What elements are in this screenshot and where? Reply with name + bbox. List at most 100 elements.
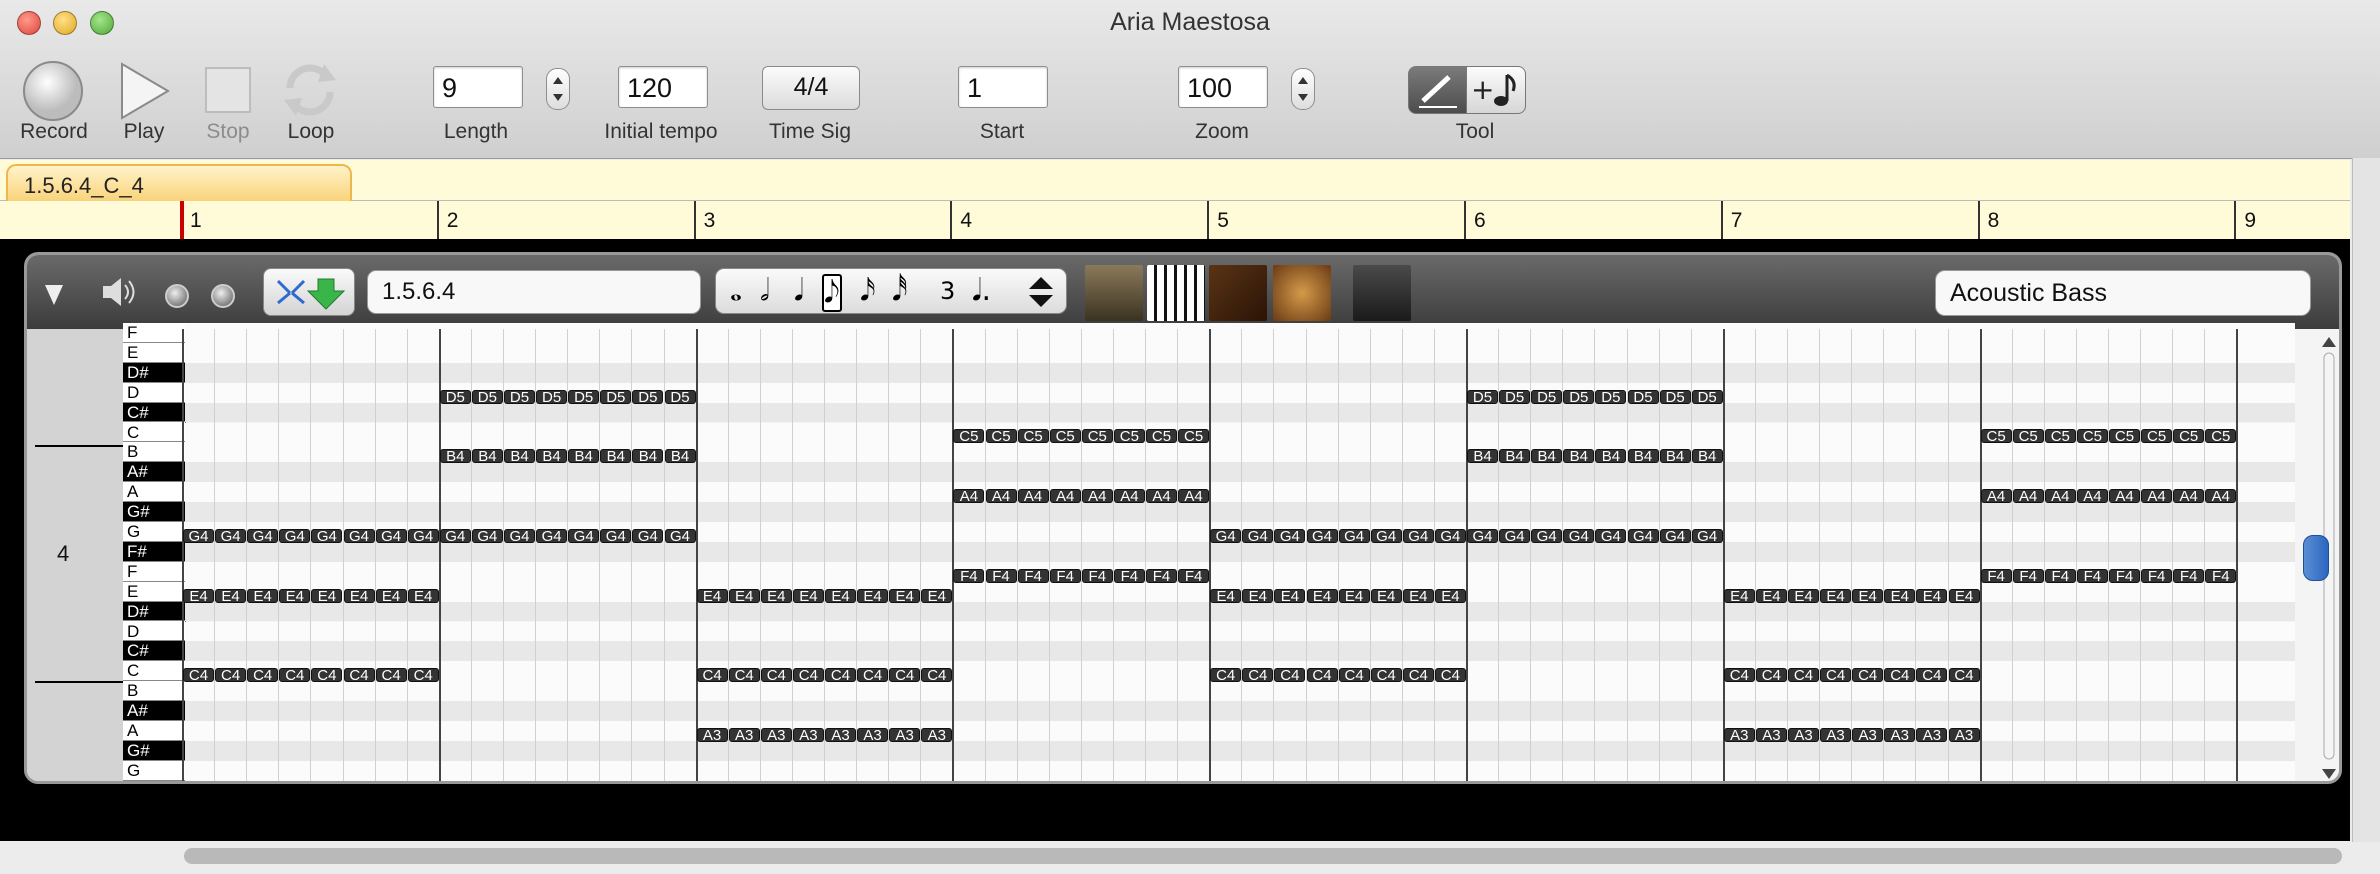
note-block[interactable]: A4 (2012, 489, 2044, 504)
note-block[interactable]: F4 (2109, 568, 2140, 584)
piano-key[interactable]: C# (123, 402, 185, 423)
time-signature-button[interactable]: 4/4 (762, 66, 860, 110)
eighth-note-icon[interactable]: 𝅘𝅥𝅮 (822, 274, 842, 312)
piano-keyboard[interactable]: F E D# D C# C B A# A G# G F# F E D# D C# C B A# A G# G (123, 323, 186, 781)
note-block[interactable]: C5 (985, 429, 1017, 444)
note-block[interactable]: C5 (1049, 429, 1081, 444)
note-block[interactable]: G4 (375, 528, 407, 544)
note-block[interactable]: C4 (1820, 668, 1852, 683)
note-block[interactable]: C5 (2173, 429, 2205, 444)
note-block[interactable]: A3 (857, 727, 889, 743)
note-block[interactable]: E4 (696, 588, 728, 604)
note-block[interactable]: E4 (343, 588, 375, 604)
note-block[interactable]: A4 (985, 489, 1017, 504)
note-block[interactable]: D5 (568, 389, 600, 405)
note-block[interactable]: F4 (2205, 568, 2237, 584)
ruler-measure-9[interactable]: 9 (2234, 201, 2256, 239)
note-block[interactable]: E4 (1916, 588, 1948, 604)
note-block[interactable]: C4 (1306, 668, 1338, 683)
note-block[interactable]: D5 (1595, 389, 1627, 405)
note-block[interactable]: F4 (2076, 568, 2108, 584)
note-block[interactable]: D5 (1467, 389, 1498, 405)
note-block[interactable]: D5 (536, 389, 568, 405)
note-block[interactable]: C4 (1723, 668, 1755, 683)
collapse-triangle-icon[interactable] (43, 281, 65, 307)
add-note-tool-button[interactable]: + (1466, 66, 1526, 114)
ruler-measure-5[interactable]: 5 (1207, 201, 1229, 239)
note-block[interactable]: E4 (1306, 588, 1338, 604)
note-block[interactable]: G4 (1531, 528, 1563, 544)
note-block[interactable]: D5 (471, 389, 503, 405)
play-button[interactable] (116, 60, 172, 122)
note-block[interactable]: E4 (279, 588, 311, 604)
duration-stepper-icon[interactable] (1026, 275, 1056, 309)
note-block[interactable]: A4 (2173, 489, 2205, 504)
note-block[interactable]: A4 (2205, 489, 2237, 504)
pan-knob[interactable] (211, 284, 235, 308)
piano-key[interactable]: G# (123, 740, 185, 761)
note-block[interactable]: E4 (1948, 588, 1980, 604)
note-block[interactable]: E4 (247, 588, 279, 604)
note-block[interactable]: F4 (2044, 568, 2076, 584)
dock-track-button[interactable] (263, 268, 355, 316)
note-block[interactable]: B4 (600, 449, 632, 464)
note-block[interactable]: D5 (1627, 389, 1659, 405)
note-block[interactable]: E4 (792, 588, 824, 604)
note-block[interactable]: A3 (1916, 727, 1948, 743)
note-block[interactable]: A4 (1017, 489, 1049, 504)
note-block[interactable]: C4 (1916, 668, 1948, 683)
note-block[interactable]: C4 (1210, 668, 1242, 683)
note-block[interactable]: D5 (1531, 389, 1563, 405)
controller-editor-icon[interactable] (1353, 265, 1411, 321)
piano-key[interactable]: A# (123, 701, 185, 721)
note-block[interactable]: F4 (1146, 568, 1177, 584)
note-block[interactable]: F4 (2012, 568, 2044, 584)
note-block[interactable]: G4 (343, 528, 375, 544)
pencil-tool-button[interactable] (1408, 66, 1468, 114)
note-block[interactable]: B4 (664, 449, 696, 464)
note-block[interactable]: F4 (1049, 568, 1081, 584)
note-block[interactable]: G4 (1659, 528, 1691, 544)
note-block[interactable]: A4 (1081, 489, 1113, 504)
note-block[interactable]: C5 (953, 429, 985, 444)
note-block[interactable]: E4 (1788, 588, 1819, 604)
piano-key[interactable]: C (123, 661, 185, 682)
note-block[interactable]: C5 (2076, 429, 2108, 444)
note-block[interactable]: G4 (183, 528, 214, 544)
piano-key[interactable]: B (123, 681, 185, 702)
note-block[interactable]: G4 (504, 528, 535, 544)
note-block[interactable]: B4 (1627, 449, 1659, 464)
note-block[interactable]: E4 (825, 588, 856, 604)
playhead-marker[interactable] (180, 201, 184, 239)
track-name-field[interactable]: 1.5.6.4 (367, 270, 701, 314)
note-block[interactable]: C5 (1146, 429, 1177, 444)
note-block[interactable]: G4 (1210, 528, 1242, 544)
note-block[interactable]: C4 (311, 668, 343, 683)
note-block[interactable]: E4 (1370, 588, 1402, 604)
ruler-measure-6[interactable]: 6 (1464, 201, 1486, 239)
start-input[interactable]: 1 (958, 66, 1048, 108)
stop-button[interactable] (204, 66, 252, 114)
note-block[interactable]: G4 (215, 528, 247, 544)
note-block[interactable]: A3 (921, 727, 953, 743)
note-block[interactable]: C4 (760, 668, 792, 683)
note-block[interactable]: A3 (1884, 727, 1916, 743)
note-block[interactable]: D5 (632, 389, 664, 405)
note-block[interactable]: G4 (1338, 528, 1370, 544)
sequence-tab[interactable]: 1.5.6.4_C_4 (6, 164, 352, 202)
note-block[interactable]: C4 (1402, 668, 1434, 683)
note-block[interactable]: E4 (215, 588, 247, 604)
note-block[interactable]: G4 (1691, 528, 1723, 544)
note-block[interactable]: G4 (568, 528, 600, 544)
note-block[interactable]: B4 (1595, 449, 1627, 464)
note-block[interactable]: C4 (1788, 668, 1819, 683)
speaker-icon[interactable] (99, 275, 139, 309)
note-block[interactable]: E4 (728, 588, 760, 604)
note-block[interactable]: B4 (568, 449, 600, 464)
note-block[interactable]: G4 (1370, 528, 1402, 544)
whole-note-icon[interactable]: 𝅝 (730, 274, 742, 308)
length-input[interactable]: 9 (433, 66, 523, 108)
piano-key[interactable]: A# (123, 462, 185, 483)
note-block[interactable]: C4 (825, 668, 856, 683)
note-block[interactable]: G4 (471, 528, 503, 544)
